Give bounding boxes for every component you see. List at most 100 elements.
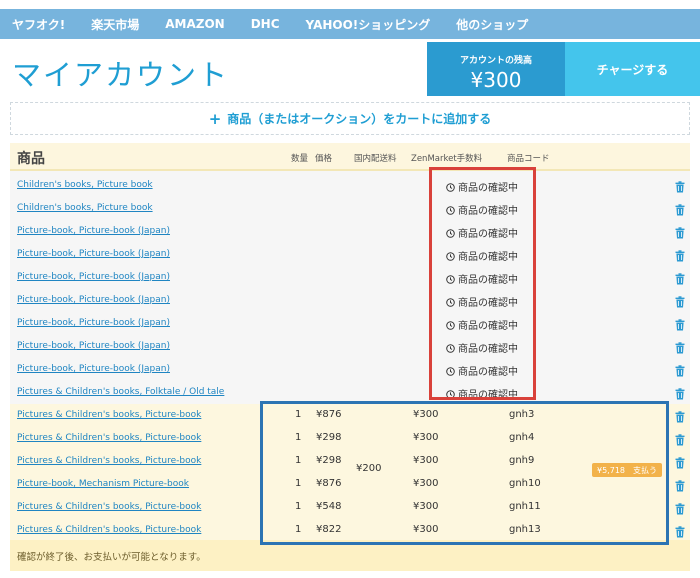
col-shipping: 国内配送料	[354, 154, 397, 164]
trash-icon[interactable]	[675, 178, 685, 197]
trash-icon[interactable]	[675, 224, 685, 243]
table-row-pending: Children's books, Picture book 商品の確認中	[10, 174, 690, 197]
trash-icon[interactable]	[675, 201, 685, 220]
status-checking: 商品の確認中	[446, 225, 518, 240]
item-price: ¥876	[316, 478, 342, 489]
item-link[interactable]: Picture-book, Mechanism Picture-book	[17, 479, 189, 489]
item-link[interactable]: Children's books, Picture book	[17, 203, 153, 213]
item-link[interactable]: Picture-book, Picture-book (Japan)	[17, 364, 170, 374]
item-link[interactable]: Picture-book, Picture-book (Japan)	[17, 341, 170, 351]
item-link[interactable]: Pictures & Children's books, Folktale / …	[17, 387, 224, 397]
charge-button[interactable]: チャージする	[565, 42, 700, 96]
status-checking: 商品の確認中	[446, 386, 518, 401]
item-price: ¥822	[316, 524, 342, 535]
item-link[interactable]: Picture-book, Picture-book (Japan)	[17, 249, 170, 259]
trash-icon[interactable]	[675, 270, 685, 289]
item-link[interactable]: Picture-book, Picture-book (Japan)	[17, 295, 170, 305]
item-link[interactable]: Pictures & Children's books, Picture-boo…	[17, 433, 201, 443]
item-qty: 1	[295, 455, 302, 466]
status-checking: 商品の確認中	[446, 179, 518, 194]
status-text: 商品の確認中	[458, 252, 518, 263]
item-code: gnh11	[509, 501, 541, 512]
status-checking: 商品の確認中	[446, 294, 518, 309]
status-text: 商品の確認中	[458, 183, 518, 194]
item-fee: ¥300	[413, 409, 439, 420]
item-fee: ¥300	[413, 432, 439, 443]
nav-amazon[interactable]: AMAZON	[165, 17, 224, 31]
table-row-pending: Pictures & Children's books, Folktale / …	[10, 381, 690, 404]
trash-icon[interactable]	[675, 362, 685, 381]
item-fee: ¥300	[413, 478, 439, 489]
item-link[interactable]: Pictures & Children's books, Picture-boo…	[17, 525, 201, 535]
item-fee: ¥300	[413, 455, 439, 466]
col-price: 価格	[315, 154, 333, 164]
nav-yahoo-shopping[interactable]: YAHOO!ショッピング	[306, 16, 431, 33]
status-text: 商品の確認中	[458, 367, 518, 378]
trash-icon[interactable]	[675, 339, 685, 358]
nav-yahoo-auction[interactable]: ヤフオク!	[12, 16, 65, 33]
status-checking: 商品の確認中	[446, 363, 518, 378]
clock-icon	[446, 298, 458, 309]
table-row-pending: Picture-book, Picture-book (Japan) 商品の確認中	[10, 220, 690, 243]
clock-icon	[446, 390, 458, 401]
table-row-confirmed: Pictures & Children's books, Picture-boo…	[10, 519, 690, 542]
item-code: gnh3	[509, 409, 535, 420]
clock-icon	[446, 183, 458, 194]
table-row-confirmed: Pictures & Children's books, Picture-boo…	[10, 427, 690, 450]
trash-icon[interactable]	[675, 431, 685, 450]
item-link[interactable]: Picture-book, Picture-book (Japan)	[17, 272, 170, 282]
trash-icon[interactable]	[675, 385, 685, 404]
item-code: gnh13	[509, 524, 541, 535]
trash-icon[interactable]	[675, 477, 685, 496]
clock-icon	[446, 229, 458, 240]
item-fee: ¥300	[413, 501, 439, 512]
trash-icon[interactable]	[675, 293, 685, 312]
nav-dhc[interactable]: DHC	[251, 17, 280, 31]
col-qty: 数量	[291, 154, 309, 164]
table-row-confirmed: Pictures & Children's books, Picture-boo…	[10, 450, 690, 473]
item-link[interactable]: Pictures & Children's books, Picture-boo…	[17, 456, 201, 466]
status-checking: 商品の確認中	[446, 340, 518, 355]
table-row-pending: Picture-book, Picture-book (Japan) 商品の確認中	[10, 335, 690, 358]
trash-icon[interactable]	[675, 500, 685, 519]
item-price: ¥548	[316, 501, 342, 512]
item-link[interactable]: Children's books, Picture book	[17, 180, 153, 190]
item-price: ¥876	[316, 409, 342, 420]
status-text: 商品の確認中	[458, 298, 518, 309]
item-qty: 1	[295, 432, 302, 443]
item-link[interactable]: Picture-book, Picture-book (Japan)	[17, 318, 170, 328]
pay-label: 支払う	[633, 465, 657, 475]
clock-icon	[446, 206, 458, 217]
col-code: 商品コード	[507, 154, 550, 164]
clock-icon	[446, 344, 458, 355]
account-balance: アカウントの残高 ¥300	[427, 42, 565, 96]
nav-other-shops[interactable]: 他のショップ	[456, 16, 528, 33]
item-code: gnh9	[509, 455, 535, 466]
col-fee: ZenMarket手数料	[411, 154, 483, 164]
item-qty: 1	[295, 478, 302, 489]
balance-amount: ¥300	[470, 68, 522, 92]
payment-note: 確認が終了後、お支払いが可能となります。	[10, 540, 690, 571]
trash-icon[interactable]	[675, 454, 685, 473]
item-link[interactable]: Pictures & Children's books, Picture-boo…	[17, 410, 201, 420]
table-row-pending: Children's books, Picture book 商品の確認中	[10, 197, 690, 220]
table-row-pending: Picture-book, Picture-book (Japan) 商品の確認中	[10, 312, 690, 335]
item-link[interactable]: Picture-book, Picture-book (Japan)	[17, 226, 170, 236]
status-text: 商品の確認中	[458, 229, 518, 240]
add-to-cart-button[interactable]: + 商品（またはオークション）をカートに追加する	[10, 102, 690, 135]
status-checking: 商品の確認中	[446, 248, 518, 263]
plus-icon: +	[208, 109, 222, 128]
table-row-pending: Picture-book, Picture-book (Japan) 商品の確認中	[10, 243, 690, 266]
item-price: ¥298	[316, 432, 342, 443]
pay-button[interactable]: ¥5,718 支払う	[592, 463, 662, 477]
trash-icon[interactable]	[675, 408, 685, 427]
item-qty: 1	[295, 524, 302, 535]
status-checking: 商品の確認中	[446, 271, 518, 286]
trash-icon[interactable]	[675, 247, 685, 266]
item-qty: 1	[295, 501, 302, 512]
table-row-confirmed: Pictures & Children's books, Picture-boo…	[10, 496, 690, 519]
nav-rakuten[interactable]: 楽天市場	[91, 16, 139, 33]
table-title: 商品	[17, 151, 45, 167]
trash-icon[interactable]	[675, 316, 685, 335]
item-link[interactable]: Pictures & Children's books, Picture-boo…	[17, 502, 201, 512]
